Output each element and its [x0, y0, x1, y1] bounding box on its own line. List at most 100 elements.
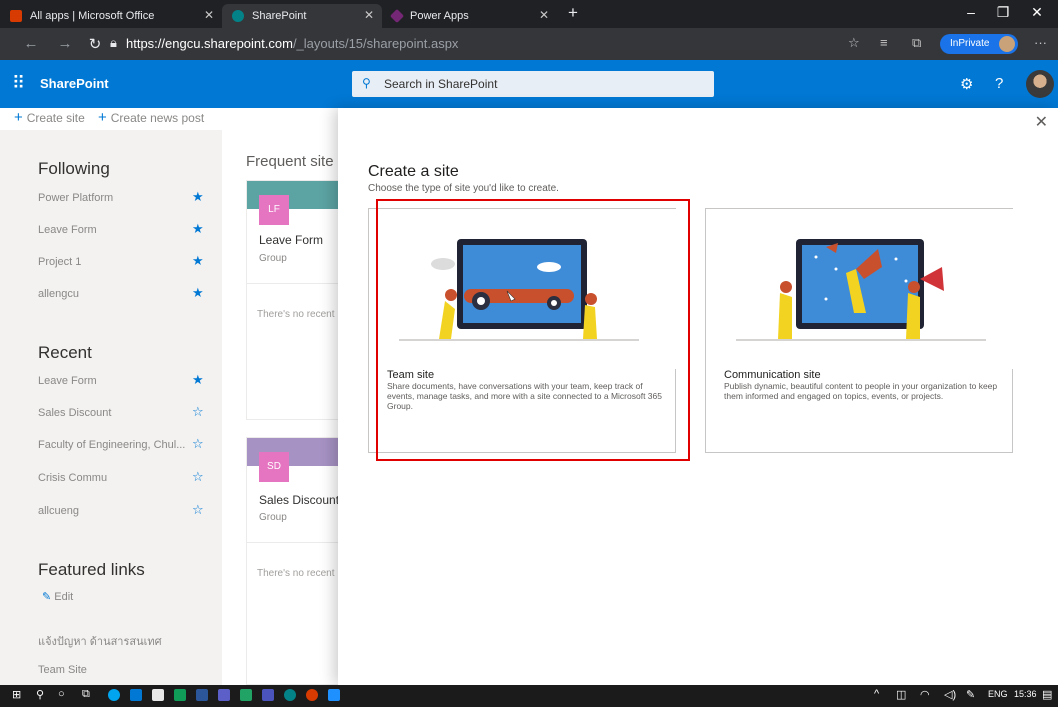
close-window-icon[interactable]: ✕ [1022, 4, 1052, 21]
site-card-leave-form[interactable]: LF Leave Form Group There's no recent [246, 180, 346, 420]
close-tab-icon[interactable]: ✕ [539, 8, 549, 22]
edge-icon[interactable] [108, 689, 120, 701]
show-hidden-icons[interactable]: ^ [874, 688, 879, 700]
close-icon[interactable]: ✕ [1035, 112, 1048, 132]
new-tab-button[interactable]: + [568, 3, 578, 23]
network-icon[interactable]: ◫ [896, 688, 906, 701]
site-logo: SD [259, 452, 289, 482]
minimize-icon[interactable]: – [956, 4, 986, 20]
more-icon[interactable]: ··· [1034, 35, 1047, 50]
store-icon[interactable] [152, 689, 164, 701]
suite-bar: ⠿ SharePoint ⚲ Search in SharePoint ⚙ ? [0, 60, 1058, 108]
app-icon[interactable] [240, 689, 252, 701]
selection-highlight [376, 199, 690, 461]
search-icon: ⚲ [362, 76, 371, 90]
nav-item-crisis-commu[interactable]: Crisis Commu [38, 472, 107, 484]
forward-icon[interactable]: → [54, 35, 76, 52]
nav-item-allcueng[interactable]: allcueng [38, 505, 79, 517]
nav-item-power-platform[interactable]: Power Platform [38, 192, 113, 204]
nav-item-leave-form[interactable]: Leave Form [38, 224, 97, 236]
featured-link-it-problems[interactable]: แจ้งปัญหา ด้านสารสนเทศ [38, 632, 162, 650]
sharepoint-icon[interactable] [284, 689, 296, 701]
site-name: Sales Discount [259, 493, 340, 507]
nav-item-project-1[interactable]: Project 1 [38, 256, 81, 268]
nav-item-allengcu[interactable]: allengcu [38, 288, 79, 300]
app-icon[interactable] [130, 689, 142, 701]
help-icon[interactable]: ? [995, 75, 1003, 92]
taskbar-search-icon[interactable]: ⚲ [36, 688, 44, 701]
no-recent-activity: There's no recent [257, 309, 335, 320]
clock[interactable]: 15:36 [1014, 689, 1037, 699]
communication-site-option[interactable]: Communication site Publish dynamic, beau… [705, 208, 1014, 453]
site-card-sales-discount[interactable]: SD Sales Discount Group There's no recen… [246, 437, 346, 685]
pencil-icon: ✎ [42, 591, 52, 603]
back-icon[interactable]: ← [20, 35, 42, 52]
app-icon[interactable] [174, 689, 186, 701]
browser-tab-powerapps[interactable]: Power Apps ✕ [382, 4, 557, 28]
url-host: https://engcu.sharepoint.com [126, 36, 293, 51]
star-filled-icon[interactable]: ★ [192, 253, 204, 269]
teams-icon[interactable] [218, 689, 230, 701]
edit-links-button[interactable]: ✎ Edit [42, 590, 73, 603]
favorites-list-icon[interactable]: ≡ [880, 35, 888, 50]
star-filled-icon[interactable]: ★ [192, 189, 204, 205]
browser-tab-strip: All apps | Microsoft Office ✕ SharePoint… [0, 0, 1058, 28]
word-icon[interactable] [196, 689, 208, 701]
close-tab-icon[interactable]: ✕ [364, 8, 374, 22]
profile-avatar [999, 36, 1015, 52]
create-site-button[interactable]: + Create site [14, 109, 85, 126]
create-news-label: Create news post [110, 111, 205, 125]
left-navigation: Following Power Platform ★ Leave Form ★ … [0, 130, 222, 685]
card-divider [247, 542, 345, 543]
restore-icon[interactable]: ❐ [988, 4, 1018, 21]
tab-title: All apps | Microsoft Office [30, 10, 155, 22]
url-field[interactable]: https://engcu.sharepoint.com/_layouts/15… [126, 36, 458, 51]
refresh-icon[interactable]: ↻ [84, 35, 106, 53]
browser-tab-office[interactable]: All apps | Microsoft Office ✕ [0, 4, 222, 28]
no-recent-activity: There's no recent [257, 568, 335, 579]
star-filled-icon[interactable]: ★ [192, 221, 204, 237]
featured-link-team-site[interactable]: Team Site [38, 664, 87, 676]
language-indicator[interactable]: ENG [988, 689, 1008, 699]
inprivate-label: InPrivate [950, 38, 990, 49]
communication-site-name: Communication site [724, 369, 821, 381]
inprivate-badge[interactable]: InPrivate [940, 34, 1018, 54]
wifi-icon[interactable]: ◠ [920, 688, 930, 701]
address-bar: ← → ↻ 🔒︎ https://engcu.sharepoint.com/_l… [0, 28, 1058, 60]
cortana-icon[interactable]: ○ [58, 688, 65, 700]
volume-icon[interactable]: ◁) [944, 688, 956, 701]
nav-item-faculty-of-engineering[interactable]: Faculty of Engineering, Chul... [38, 439, 185, 451]
favorite-star-icon[interactable]: ☆ [848, 35, 860, 51]
office-icon [10, 10, 22, 22]
communication-site-description: Publish dynamic, beautiful content to pe… [724, 381, 998, 401]
app-icon[interactable] [328, 689, 340, 701]
search-placeholder: Search in SharePoint [384, 77, 498, 91]
star-outline-icon[interactable]: ☆ [192, 436, 204, 452]
nav-item-leave-form-recent[interactable]: Leave Form [38, 375, 97, 387]
browser-tab-sharepoint[interactable]: SharePoint ✕ [222, 4, 382, 28]
app-icon[interactable] [306, 689, 318, 701]
user-avatar[interactable] [1026, 70, 1054, 98]
plus-icon: + [14, 109, 23, 126]
tab-title: SharePoint [252, 10, 307, 22]
star-filled-icon[interactable]: ★ [192, 285, 204, 301]
nav-item-sales-discount[interactable]: Sales Discount [38, 407, 111, 419]
pen-icon[interactable]: ✎ [966, 688, 975, 701]
notifications-icon[interactable]: ▤ [1042, 688, 1052, 701]
star-outline-icon[interactable]: ☆ [192, 502, 204, 518]
app-name[interactable]: SharePoint [40, 76, 109, 91]
frequent-sites-heading: Frequent site [246, 153, 334, 170]
collections-icon[interactable]: ⧉ [912, 35, 921, 51]
star-outline-icon[interactable]: ☆ [192, 404, 204, 420]
star-filled-icon[interactable]: ★ [192, 372, 204, 388]
windows-start-icon[interactable]: ⊞ [12, 688, 21, 701]
app-launcher-icon[interactable]: ⠿ [12, 73, 25, 94]
teams-icon[interactable] [262, 689, 274, 701]
search-input[interactable]: ⚲ Search in SharePoint [352, 71, 714, 97]
close-tab-icon[interactable]: ✕ [204, 8, 214, 22]
create-news-post-button[interactable]: + Create news post [98, 109, 204, 126]
settings-gear-icon[interactable]: ⚙ [960, 75, 973, 93]
plus-icon: + [98, 109, 107, 126]
star-outline-icon[interactable]: ☆ [192, 469, 204, 485]
task-view-icon[interactable]: ⧉ [82, 688, 90, 701]
